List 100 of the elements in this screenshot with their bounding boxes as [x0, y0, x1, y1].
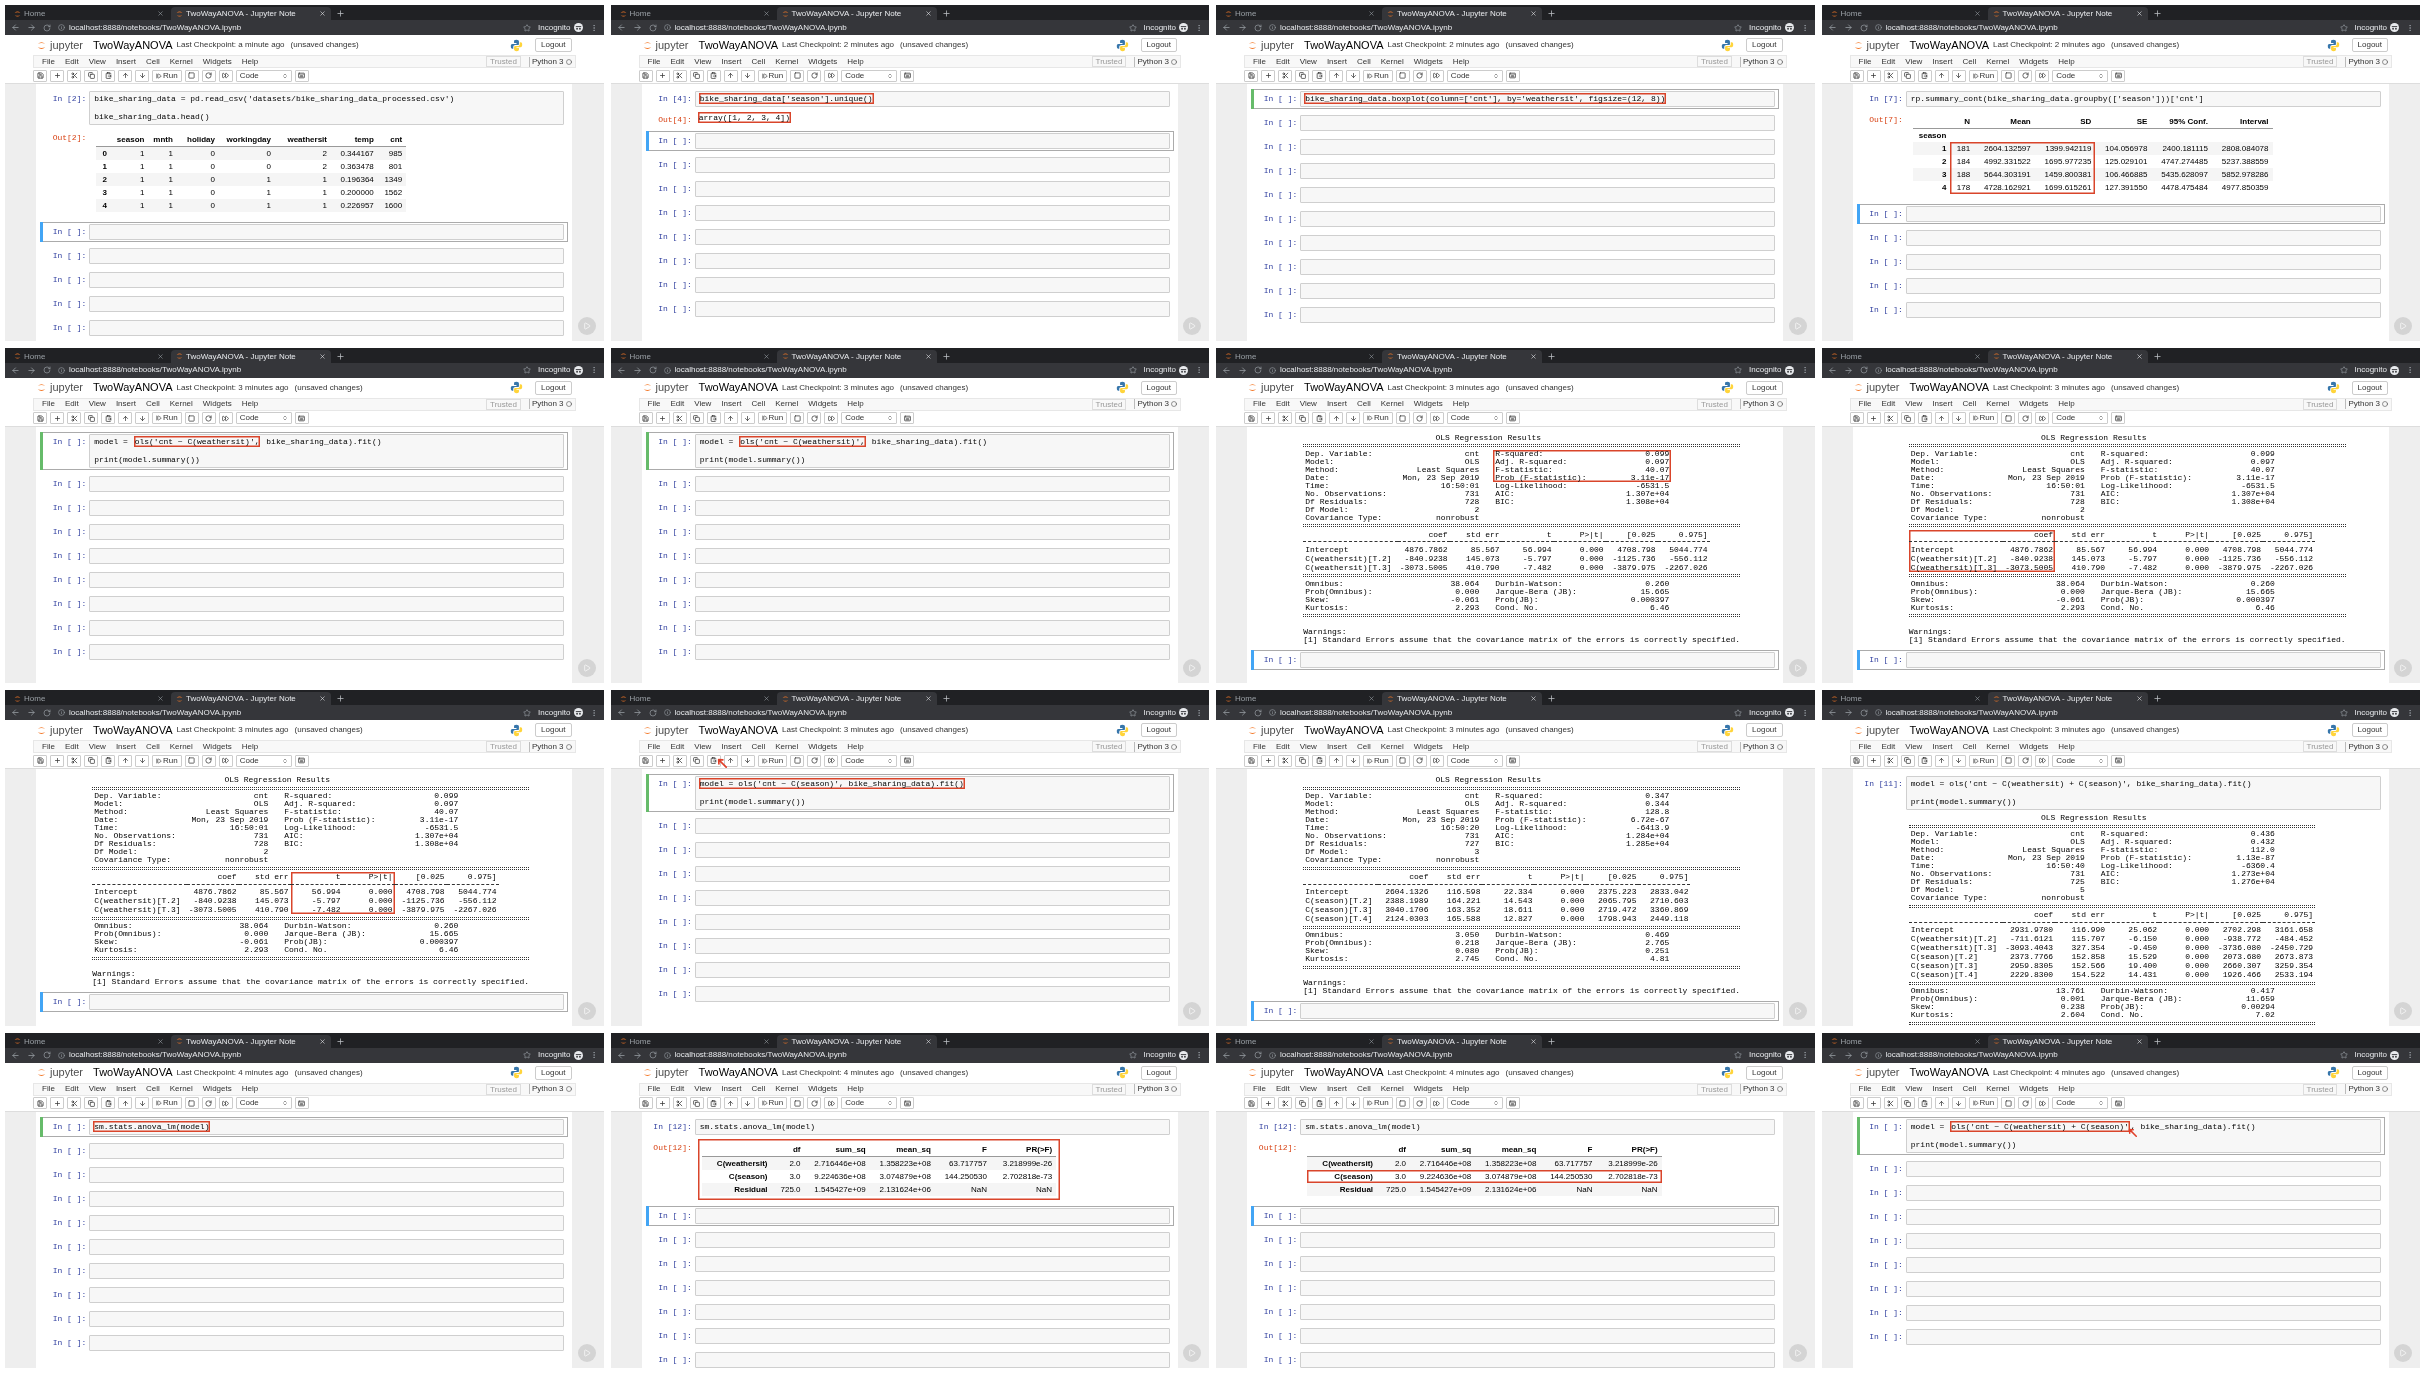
paste-button[interactable] — [101, 69, 115, 82]
save-button[interactable] — [638, 1097, 653, 1109]
back-icon[interactable] — [11, 365, 20, 375]
back-icon[interactable] — [1827, 365, 1837, 375]
browser-tab[interactable]: Home — [9, 692, 169, 705]
menu-item[interactable]: Edit — [59, 1084, 84, 1094]
paste-button[interactable] — [706, 1097, 721, 1109]
copy-button[interactable] — [1900, 754, 1915, 767]
menu-item[interactable]: View — [689, 56, 717, 67]
menu-item[interactable]: Edit — [59, 56, 84, 67]
back-icon[interactable] — [11, 1050, 20, 1060]
move-down-button[interactable] — [1346, 412, 1360, 424]
command-palette-button[interactable] — [294, 69, 309, 82]
jupyter-wordmark[interactable]: jupyter — [1261, 723, 1295, 737]
menu-item[interactable]: Kernel — [1375, 741, 1409, 752]
back-icon[interactable] — [1827, 23, 1837, 32]
interrupt-button[interactable] — [790, 69, 805, 82]
reload-icon[interactable] — [43, 23, 51, 32]
copy-button[interactable] — [1295, 412, 1309, 424]
logout-button[interactable]: Logout — [2351, 380, 2388, 395]
run-button[interactable]: Run — [1363, 412, 1393, 424]
jupyter-wordmark[interactable]: jupyter — [655, 38, 689, 52]
selected-cell[interactable]: In [ ]: — [648, 1205, 1174, 1226]
new-tab-icon[interactable] — [2152, 1036, 2162, 1046]
close-icon[interactable] — [157, 10, 164, 17]
new-tab-icon[interactable] — [1547, 351, 1556, 361]
code-input[interactable] — [1300, 259, 1776, 275]
selected-cell[interactable]: In [ ]: — [1254, 1205, 1780, 1226]
menu-item[interactable]: Cell — [1957, 1084, 1982, 1094]
code-input[interactable] — [89, 499, 565, 516]
insert-cell-button[interactable] — [1261, 69, 1275, 82]
code-input[interactable] — [694, 1231, 1170, 1248]
new-tab-icon[interactable] — [336, 351, 345, 361]
interrupt-button[interactable] — [1395, 69, 1410, 82]
bookmark-star-icon[interactable] — [2339, 708, 2348, 717]
cell-type-select[interactable]: Code — [841, 1097, 898, 1109]
cut-button[interactable] — [67, 412, 81, 424]
menu-item[interactable]: Widgets — [803, 741, 843, 752]
menu-item[interactable]: File — [1853, 56, 1877, 67]
menu-item[interactable]: File — [1853, 1084, 1877, 1094]
run-all-button[interactable] — [1429, 754, 1444, 767]
menu-item[interactable]: File — [37, 56, 60, 67]
info-icon[interactable] — [1874, 24, 1882, 31]
cut-button[interactable] — [1278, 754, 1292, 767]
logout-button[interactable]: Logout — [535, 380, 572, 395]
browser-tab[interactable]: TwoWayANOVA - Jupyter Note — [1382, 7, 1542, 20]
code-input[interactable] — [1300, 139, 1776, 155]
menu-item[interactable]: Widgets — [197, 741, 237, 752]
menu-item[interactable]: View — [1294, 399, 1322, 409]
run-all-button[interactable] — [218, 754, 233, 767]
menu-item[interactable]: Cell — [1957, 741, 1982, 752]
code-input[interactable] — [694, 818, 1170, 834]
jupyter-wordmark[interactable]: jupyter — [50, 723, 84, 737]
insert-cell-button[interactable] — [655, 754, 670, 767]
notebook-title[interactable]: TwoWayANOVA — [698, 1066, 778, 1079]
save-button[interactable] — [638, 412, 653, 424]
info-icon[interactable] — [663, 366, 671, 374]
command-palette-button[interactable] — [1505, 754, 1520, 767]
logout-button[interactable]: Logout — [1746, 38, 1783, 52]
code-input[interactable] — [694, 1255, 1170, 1272]
move-up-button[interactable] — [723, 412, 738, 424]
menu-item[interactable]: Help — [2053, 56, 2080, 67]
browser-tab[interactable]: Home — [614, 1034, 775, 1048]
menu-item[interactable]: Insert — [1321, 399, 1352, 409]
cell-type-select[interactable]: Code — [841, 412, 898, 424]
browser-tab[interactable]: TwoWayANOVA - Jupyter Note — [1987, 349, 2148, 363]
reload-icon[interactable] — [1859, 23, 1868, 32]
copy-button[interactable] — [1295, 69, 1309, 82]
menu-item[interactable]: View — [1294, 56, 1322, 67]
cut-button[interactable] — [1278, 69, 1292, 82]
new-tab-icon[interactable] — [1547, 694, 1556, 703]
new-tab-icon[interactable] — [336, 694, 345, 703]
selected-cell[interactable]: In [ ]: bike_sharing_data.boxplot(column=['cnt'], by='weathersit', figsize=(12, 8)) — [1254, 89, 1780, 109]
code-input[interactable] — [1300, 1003, 1776, 1019]
url-text[interactable]: localhost:8888/notebooks/TwoWayANOVA.ipynb — [69, 1049, 242, 1061]
more-icon[interactable] — [1195, 708, 1203, 717]
cell-type-select[interactable]: Code — [2052, 1097, 2109, 1109]
run-all-button[interactable] — [824, 412, 839, 424]
run-button[interactable]: Run — [757, 69, 788, 82]
menu-item[interactable]: Insert — [1927, 399, 1958, 409]
restart-button[interactable] — [2018, 412, 2033, 424]
run-all-button[interactable] — [1429, 1097, 1444, 1109]
run-button[interactable]: Run — [757, 754, 788, 767]
menu-item[interactable]: File — [1248, 56, 1271, 67]
code-input[interactable] — [89, 619, 565, 636]
interrupt-button[interactable] — [184, 412, 199, 424]
menu-item[interactable]: Widgets — [2014, 741, 2054, 752]
menu-item[interactable]: Cell — [140, 399, 165, 409]
move-up-button[interactable] — [118, 412, 132, 424]
insert-cell-button[interactable] — [655, 69, 670, 82]
cut-button[interactable] — [1883, 754, 1898, 767]
reload-icon[interactable] — [1254, 708, 1262, 717]
browser-tab[interactable]: TwoWayANOVA - Jupyter Note — [171, 1034, 331, 1048]
browser-tab[interactable]: TwoWayANOVA - Jupyter Note — [776, 7, 937, 20]
restart-button[interactable] — [201, 1097, 216, 1109]
code-input[interactable] — [89, 1166, 565, 1183]
menu-item[interactable]: Widgets — [197, 399, 237, 409]
menu-item[interactable]: Edit — [1876, 56, 1901, 67]
interrupt-button[interactable] — [184, 754, 199, 767]
move-down-button[interactable] — [135, 412, 149, 424]
